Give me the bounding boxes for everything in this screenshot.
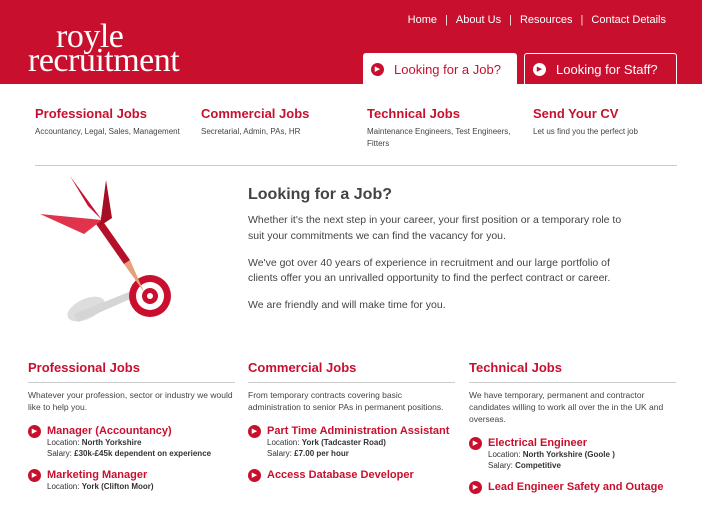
dart-target-icon — [40, 176, 171, 322]
category-technical[interactable]: Technical Jobs Maintenance Engineers, Te… — [367, 106, 517, 151]
nav-contact-link[interactable]: Contact Details — [591, 14, 666, 26]
job-location-label: Location: — [488, 449, 521, 459]
job-title-link[interactable]: Part Time Administration Assistant — [267, 424, 455, 438]
intro-title: Looking for a Job? — [248, 186, 392, 203]
job-listing[interactable]: ▶ Marketing Manager Location: York (Clif… — [28, 468, 235, 493]
job-location: Location: York (Tadcaster Road) — [267, 438, 455, 449]
category-title[interactable]: Send Your CV — [533, 106, 683, 121]
nav-about-link[interactable]: About Us — [456, 14, 501, 26]
job-title-link[interactable]: Access Database Developer — [267, 468, 455, 482]
intro-section: Looking for a Job? Whether it's the next… — [248, 186, 628, 325]
category-desc: Secretarial, Admin, PAs, HR — [201, 127, 301, 136]
job-salary: Salary: £30k-£45k dependent on experienc… — [47, 449, 235, 460]
tab-label: Looking for a Job? — [394, 61, 501, 77]
top-nav: Home | About Us | Resources | Contact De… — [408, 14, 666, 26]
nav-resources-link[interactable]: Resources — [520, 14, 573, 26]
job-location: Location: North Yorkshire (Goole ) — [488, 450, 676, 461]
job-location: Location: North Yorkshire — [47, 438, 235, 449]
job-listing[interactable]: ▶ Part Time Administration Assistant Loc… — [248, 424, 455, 460]
intro-paragraph: Whether it's the next step in your caree… — [248, 214, 622, 242]
job-salary-label: Salary: — [47, 448, 72, 458]
job-salary-label: Salary: — [488, 460, 513, 470]
job-location-value: North Yorkshire — [81, 438, 142, 448]
category-title[interactable]: Professional Jobs — [35, 106, 185, 121]
column-title[interactable]: Commercial Jobs — [248, 360, 455, 383]
job-salary-value: £30k-£45k dependent on experience — [74, 448, 212, 458]
site-header: royle recruitment Home | About Us | Reso… — [0, 0, 702, 85]
category-strip: Professional Jobs Accountancy, Legal, Sa… — [35, 106, 677, 166]
job-title-link[interactable]: Manager (Accountancy) — [47, 424, 235, 438]
job-location: Location: York (Clifton Moor) — [47, 482, 235, 493]
logo-line-2: recruitment — [28, 42, 180, 80]
arrow-right-circle-icon: ▶ — [28, 468, 41, 482]
column-commercial: Commercial Jobs From temporary contracts… — [248, 360, 455, 490]
column-desc: We have temporary, permanent and contrac… — [469, 390, 664, 424]
arrow-right-circle-icon: ▶ — [371, 62, 384, 76]
tab-label: Looking for Staff? — [556, 61, 658, 77]
category-desc: Maintenance Engineers, Test Engineers, F… — [367, 127, 511, 149]
job-listing[interactable]: ▶ Access Database Developer — [248, 468, 455, 482]
arrow-right-circle-icon: ▶ — [248, 424, 261, 438]
job-salary-value: Competitive — [515, 460, 561, 470]
arrow-right-circle-icon: ▶ — [469, 480, 482, 494]
arrow-right-circle-icon: ▶ — [28, 424, 41, 438]
job-listing[interactable]: ▶ Manager (Accountancy) Location: North … — [28, 424, 235, 460]
nav-separator: | — [580, 14, 584, 26]
tab-looking-for-job[interactable]: ▶ Looking for a Job? — [363, 53, 517, 85]
category-professional[interactable]: Professional Jobs Accountancy, Legal, Sa… — [35, 106, 185, 138]
job-location-value: North Yorkshire (Goole ) — [522, 449, 615, 459]
category-title[interactable]: Technical Jobs — [367, 106, 517, 121]
job-location-label: Location: — [267, 438, 300, 448]
intro-paragraph: We are friendly and will make time for y… — [248, 299, 446, 311]
category-title[interactable]: Commercial Jobs — [201, 106, 351, 121]
column-desc: From temporary contracts covering basic … — [248, 390, 444, 412]
arrow-right-circle-icon: ▶ — [533, 62, 546, 76]
column-technical: Technical Jobs We have temporary, perman… — [469, 360, 676, 502]
nav-separator: | — [509, 14, 512, 26]
job-salary-value: £7.00 per hour — [294, 448, 349, 458]
category-send-cv[interactable]: Send Your CV Let us find you the perfect… — [533, 106, 683, 138]
category-desc: Let us find you the perfect job — [533, 127, 638, 136]
category-desc: Accountancy, Legal, Sales, Management — [35, 127, 180, 136]
job-listing[interactable]: ▶ Lead Engineer Safety and Outage — [469, 480, 676, 494]
tab-looking-for-staff[interactable]: ▶ Looking for Staff? — [524, 53, 677, 84]
job-location-value: York (Tadcaster Road) — [301, 438, 386, 448]
job-location-label: Location: — [47, 481, 80, 491]
job-salary: Salary: £7.00 per hour — [267, 449, 455, 460]
site-logo[interactable]: royle recruitment — [28, 19, 180, 80]
arrow-right-circle-icon: ▶ — [248, 468, 261, 482]
job-title-link[interactable]: Marketing Manager — [47, 468, 235, 482]
column-title[interactable]: Technical Jobs — [469, 360, 676, 383]
job-title-link[interactable]: Electrical Engineer — [488, 436, 676, 450]
job-salary: Salary: Competitive — [488, 461, 676, 472]
job-location-label: Location: — [47, 438, 80, 448]
nav-home-link[interactable]: Home — [408, 14, 437, 26]
job-salary-label: Salary: — [267, 448, 292, 458]
job-listing[interactable]: ▶ Electrical Engineer Location: North Yo… — [469, 436, 676, 472]
column-professional: Professional Jobs Whatever your professi… — [28, 360, 235, 501]
column-title[interactable]: Professional Jobs — [28, 360, 235, 383]
job-title-link[interactable]: Lead Engineer Safety and Outage — [488, 480, 676, 494]
nav-separator: | — [445, 14, 448, 26]
category-commercial[interactable]: Commercial Jobs Secretarial, Admin, PAs,… — [201, 106, 351, 138]
intro-paragraph: We've got over 40 years of experience in… — [248, 256, 611, 285]
column-desc: Whatever your profession, sector or indu… — [28, 390, 233, 412]
job-location-value: York (Clifton Moor) — [81, 481, 154, 491]
arrow-right-circle-icon: ▶ — [469, 436, 482, 450]
